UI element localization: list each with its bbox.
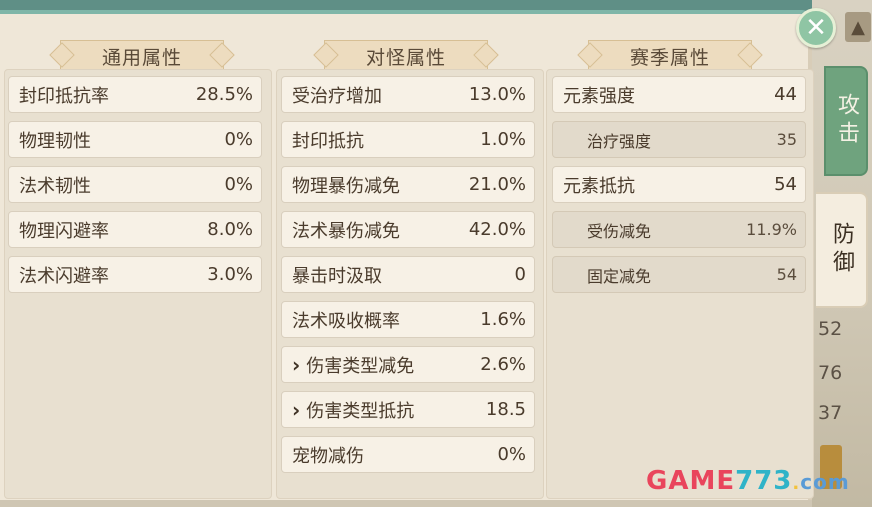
attr-value: 8.0%: [207, 219, 253, 240]
attr-row: 物理闪避率 8.0%: [8, 211, 262, 248]
tab-attack-label: 攻击: [834, 93, 859, 149]
attr-label: 受治疗增加: [292, 85, 382, 107]
attr-value: 3.0%: [207, 264, 253, 285]
attr-value: 0%: [224, 174, 253, 195]
watermark-game: GAME: [646, 466, 736, 496]
attr-value: 1.0%: [480, 129, 526, 150]
attr-value: 0%: [497, 444, 526, 465]
background-number: 76: [818, 362, 843, 384]
attr-value: 13.0%: [468, 84, 526, 105]
attr-label: 法术韧性: [19, 175, 91, 197]
attr-row-expandable[interactable]: › 伤害类型抵抗 18.5: [281, 391, 535, 428]
attr-row: 受治疗增加 13.0%: [281, 76, 535, 113]
attr-row: 法术闪避率 3.0%: [8, 256, 262, 293]
attr-value: 18.5: [485, 399, 526, 420]
attr-value: 54: [774, 174, 797, 195]
attr-subrow: 受伤减免 11.9%: [552, 211, 806, 248]
attr-label: 法术暴伤减免: [292, 220, 400, 242]
close-icon[interactable]: ✕: [796, 8, 836, 48]
attr-label: 物理闪避率: [19, 220, 109, 242]
attr-label: 元素强度: [563, 85, 635, 107]
tab-defense-label: 防御: [829, 222, 854, 278]
attr-label: 治疗强度: [587, 131, 652, 151]
attribute-panel: ✕ 通用属性 对怪属性 赛季属性 封印抵抗率 28.5% 物理韧性 0% 法术韧…: [0, 8, 836, 500]
attr-row: 宠物减伤 0%: [281, 436, 535, 473]
attr-value: 21.0%: [468, 174, 526, 195]
attr-value: 0: [514, 264, 526, 285]
attr-row: 封印抵抗 1.0%: [281, 121, 535, 158]
attr-value: 54: [776, 265, 797, 284]
watermark-com: com: [800, 470, 850, 494]
attr-value: 42.0%: [468, 219, 526, 240]
up-arrow-icon[interactable]: ▲: [845, 12, 871, 42]
attr-label: 封印抵抗率: [19, 85, 109, 107]
attr-row: 元素抵抗 54: [552, 166, 806, 203]
attr-row-expandable[interactable]: › 伤害类型减免 2.6%: [281, 346, 535, 383]
watermark-logo: GAME773.com: [646, 466, 850, 496]
header-season-label: 赛季属性: [629, 46, 710, 69]
attr-label: 伤害类型抵抗: [306, 400, 415, 422]
attr-row: 暴击时汲取 0: [281, 256, 535, 293]
attr-label: 暴击时汲取: [292, 265, 382, 287]
attr-value: 28.5%: [195, 84, 253, 105]
attr-row: 封印抵抗率 28.5%: [8, 76, 262, 113]
header-monster-label: 对怪属性: [365, 46, 446, 69]
attr-label: 宠物减伤: [292, 445, 364, 467]
attr-label: 物理暴伤减免: [292, 175, 400, 197]
attr-label: 元素抵抗: [563, 175, 635, 197]
attr-label: 封印抵抗: [292, 130, 364, 152]
attr-value: 35: [776, 130, 797, 149]
attr-row: 法术吸收概率 1.6%: [281, 301, 535, 338]
attr-value: 0%: [224, 129, 253, 150]
attr-label: 固定减免: [587, 266, 652, 286]
attr-row: 法术韧性 0%: [8, 166, 262, 203]
attr-row: 元素强度 44: [552, 76, 806, 113]
watermark-number: 773: [735, 466, 793, 496]
attr-label-wrap: › 伤害类型抵抗: [292, 397, 414, 423]
attr-label: 受伤减免: [587, 221, 652, 241]
attr-label: 法术闪避率: [19, 265, 109, 287]
attr-subrow: 固定减免 54: [552, 256, 806, 293]
attr-value: 11.9%: [746, 220, 797, 239]
tab-defense[interactable]: 防御: [816, 192, 868, 308]
chevron-right-icon[interactable]: ›: [292, 398, 300, 422]
attr-row: 物理韧性 0%: [8, 121, 262, 158]
attr-value: 1.6%: [480, 309, 526, 330]
chevron-right-icon[interactable]: ›: [292, 353, 300, 377]
background-number: 52: [818, 318, 843, 340]
header-general-label: 通用属性: [101, 46, 182, 69]
background-number: 37: [818, 402, 843, 424]
attr-value: 44: [774, 84, 797, 105]
attr-label: 法术吸收概率: [292, 310, 400, 332]
attr-value: 2.6%: [480, 354, 526, 375]
tab-attack[interactable]: 攻击: [824, 66, 868, 176]
attr-label-wrap: › 伤害类型减免: [292, 352, 414, 378]
attr-label: 伤害类型减免: [306, 355, 415, 377]
attr-subrow: 治疗强度 35: [552, 121, 806, 158]
attr-row: 物理暴伤减免 21.0%: [281, 166, 535, 203]
attr-label: 物理韧性: [19, 130, 91, 152]
attr-row: 法术暴伤减免 42.0%: [281, 211, 535, 248]
